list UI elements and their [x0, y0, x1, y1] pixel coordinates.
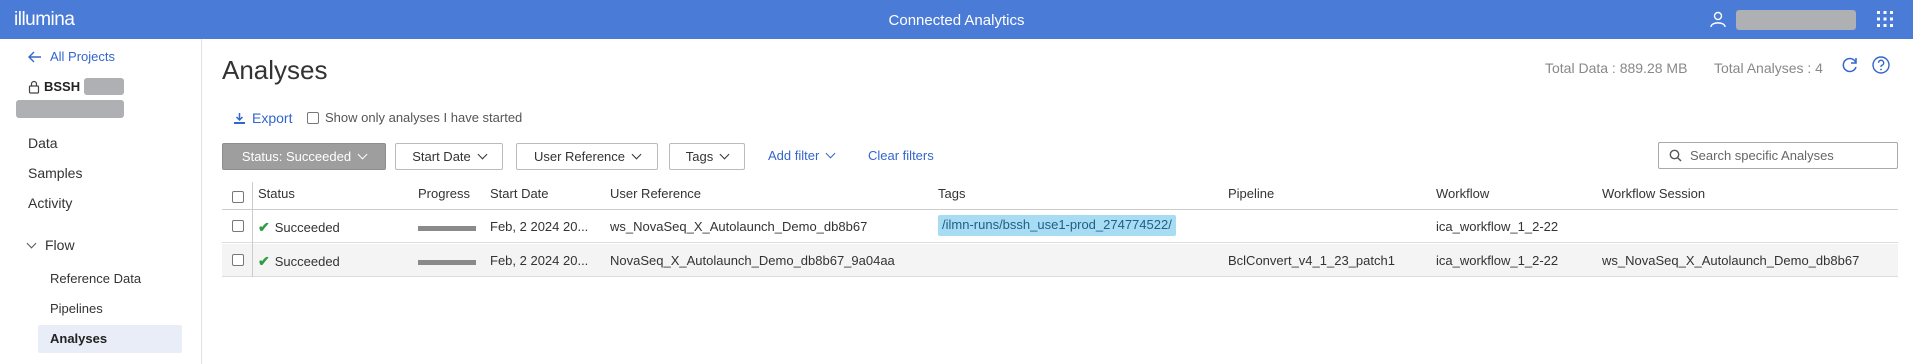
search-analyses[interactable] [1658, 142, 1898, 169]
project-name-redacted [84, 78, 125, 95]
user-name-redacted[interactable] [1736, 10, 1856, 30]
column-header-workflow-session[interactable]: Workflow Session [1602, 186, 1705, 201]
sidebar-item-activity[interactable]: Activity [28, 195, 72, 211]
row-checkbox[interactable] [232, 220, 244, 232]
export-label: Export [252, 110, 293, 126]
sidebar-flow-label: Flow [45, 237, 75, 253]
sidebar-item-analyses-label: Analyses [50, 331, 108, 346]
add-filter-label: Add filter [768, 148, 820, 163]
total-data: Total Data : 889.28 MB [1545, 60, 1688, 76]
column-header-start-date[interactable]: Start Date [490, 186, 549, 201]
workflow-cell: ica_workflow_1_2-22 [1436, 219, 1559, 234]
column-header-workflow[interactable]: Workflow [1436, 186, 1489, 201]
project-subtitle-redacted [16, 100, 124, 118]
total-analyses: Total Analyses : 4 [1714, 60, 1823, 76]
refresh-icon[interactable] [1840, 55, 1860, 75]
lock-icon [28, 80, 40, 94]
app-title: Connected Analytics [888, 12, 1025, 29]
sidebar-item-data[interactable]: Data [28, 135, 58, 151]
chevron-down-icon [825, 148, 836, 159]
project-prefix: BSSH [44, 79, 81, 94]
table-header: Status Progress Start Date User Referenc… [222, 182, 1898, 210]
show-only-mine-checkbox[interactable]: Show only analyses I have started [307, 110, 522, 125]
sidebar-flow-toggle[interactable]: Flow [26, 237, 75, 253]
start-date-cell: Feb, 2 2024 20... [490, 219, 589, 234]
tag-chip[interactable]: /ilmn-runs/bssh_use1-prod_274774522/ [938, 215, 1176, 236]
column-header-status[interactable]: Status [258, 186, 295, 201]
progress-bar [418, 226, 476, 231]
user-reference-cell: NovaSeq_X_Autolaunch_Demo_db8b67_9a04aa [610, 253, 895, 268]
add-filter-button[interactable]: Add filter [768, 148, 836, 163]
arrow-left-icon [28, 51, 41, 62]
status-text: Succeeded [274, 254, 340, 269]
start-date-cell: Feb, 2 2024 20... [490, 253, 589, 268]
start-date-filter-button[interactable]: Start Date [395, 143, 503, 170]
workflow-session-cell: ws_NovaSeq_X_Autolaunch_Demo_db8b67 [1602, 253, 1860, 268]
user-reference-cell: ws_NovaSeq_X_Autolaunch_Demo_db8b67 [610, 219, 868, 234]
sidebar: All Projects BSSH Data Samples Activity … [0, 39, 202, 364]
sidebar-item-pipelines[interactable]: Pipelines [50, 301, 103, 316]
checkmark-icon: ✔ [258, 253, 270, 269]
user-reference-filter-label: User Reference [533, 149, 626, 164]
sidebar-item-reference-data[interactable]: Reference Data [50, 271, 141, 286]
sidebar-item-samples[interactable]: Samples [28, 165, 82, 181]
help-icon[interactable] [1871, 55, 1891, 75]
column-header-tags[interactable]: Tags [938, 186, 965, 201]
export-button[interactable]: Export [233, 110, 292, 126]
status-text: Succeeded [274, 220, 340, 235]
clear-filters-button[interactable]: Clear filters [868, 148, 934, 163]
show-only-mine-label: Show only analyses I have started [325, 110, 523, 125]
checkbox-icon[interactable] [307, 111, 319, 124]
tags-filter-label: Tags [685, 149, 714, 164]
chevron-down-icon [477, 149, 488, 160]
chevron-down-icon [719, 149, 730, 160]
chevron-down-icon [26, 238, 37, 248]
page-title: Analyses [222, 55, 328, 85]
user-icon[interactable] [1709, 10, 1727, 28]
column-header-user-reference[interactable]: User Reference [610, 186, 701, 201]
chevron-down-icon [631, 149, 642, 160]
top-bar: illumina Connected Analytics [0, 0, 1913, 39]
project-name: BSSH [28, 78, 125, 95]
sidebar-item-analyses[interactable]: Analyses [38, 325, 182, 353]
status-filter-button[interactable]: Status: Succeeded [222, 143, 386, 170]
tags-filter-button[interactable]: Tags [669, 143, 745, 170]
user-reference-filter-button[interactable]: User Reference [516, 143, 658, 170]
column-divider [252, 182, 253, 277]
row-checkbox[interactable] [232, 254, 244, 266]
all-projects-label: All Projects [50, 49, 116, 64]
workflow-cell: ica_workflow_1_2-22 [1436, 253, 1559, 268]
chevron-down-icon [357, 149, 368, 160]
table-row[interactable]: ✔ Succeeded Feb, 2 2024 20... ws_NovaSeq… [222, 210, 1898, 243]
column-header-progress[interactable]: Progress [418, 186, 470, 201]
search-icon [1669, 149, 1682, 162]
checkmark-icon: ✔ [258, 219, 270, 235]
all-projects-link[interactable]: All Projects [28, 49, 115, 64]
select-all-checkbox[interactable] [232, 191, 244, 203]
progress-bar [418, 260, 476, 265]
progress-bar-fill [418, 226, 476, 231]
table-row[interactable]: ✔ Succeeded Feb, 2 2024 20... NovaSeq_X_… [222, 244, 1898, 277]
column-header-pipeline[interactable]: Pipeline [1228, 186, 1274, 201]
pipeline-cell: BclConvert_v4_1_23_patch1 [1228, 253, 1395, 268]
status-filter-label: Status: Succeeded [241, 149, 352, 164]
progress-bar-fill [418, 260, 476, 265]
status-cell: ✔ Succeeded [258, 219, 340, 236]
download-icon [234, 112, 245, 124]
start-date-filter-label: Start Date [412, 149, 471, 164]
apps-grid-icon[interactable] [1876, 10, 1894, 28]
search-input[interactable] [1690, 148, 1890, 163]
status-cell: ✔ Succeeded [258, 253, 340, 270]
